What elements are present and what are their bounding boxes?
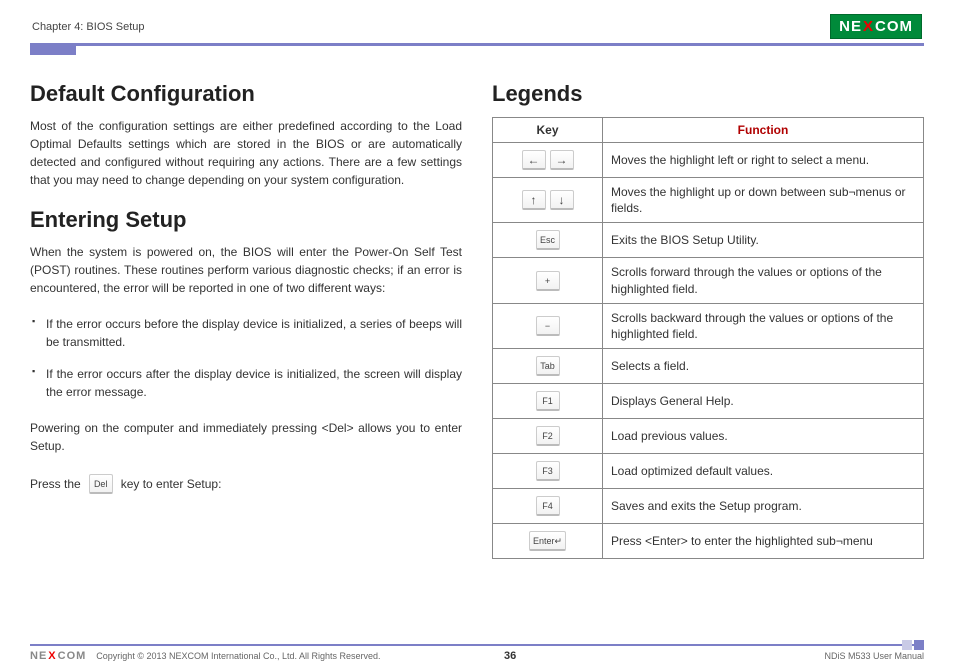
list-item: If the error occurs after the display de… (30, 365, 462, 401)
para-entering-setup: When the system is powered on, the BIOS … (30, 243, 462, 297)
del-key-icon: Del (89, 474, 113, 494)
key-cell: Tab (493, 349, 603, 384)
keycap-icon: Esc (536, 230, 560, 250)
left-column: Default Configuration Most of the config… (30, 81, 462, 559)
function-cell: Load optimized default values. (603, 454, 924, 489)
manual-name: NDiS M533 User Manual (556, 651, 924, 661)
th-function: Function (603, 118, 924, 143)
chapter-label: Chapter 4: BIOS Setup (32, 21, 145, 33)
footer-rule (30, 644, 924, 646)
table-row: F3 Load optimized default values. (493, 454, 924, 489)
keycap-icon: F1 (536, 391, 560, 411)
key-cell: + (493, 258, 603, 303)
function-cell: Scrolls forward through the values or op… (603, 258, 924, 303)
keycap-icon: ↓ (550, 190, 574, 210)
table-row: ↑↓Moves the highlight up or down between… (493, 178, 924, 223)
function-cell: Moves the highlight left or right to sel… (603, 143, 924, 178)
function-cell: Saves and exits the Setup program. (603, 489, 924, 524)
table-row: Esc Exits the BIOS Setup Utility. (493, 223, 924, 258)
copyright-text: Copyright © 2013 NEXCOM International Co… (86, 651, 464, 661)
page-number: 36 (464, 650, 556, 662)
keycap-icon: + (536, 271, 560, 291)
press-key-line: Press the Del key to enter Setup: (30, 473, 462, 495)
function-cell: Load previous values. (603, 419, 924, 454)
key-cell: F4 (493, 489, 603, 524)
heading-default-config: Default Configuration (30, 81, 462, 107)
brand-logo: NEXCOM (830, 14, 922, 39)
key-cell: Enter↵ (493, 524, 603, 559)
table-row: ←→Moves the highlight left or right to s… (493, 143, 924, 178)
header-bar: Chapter 4: BIOS Setup NEXCOM (30, 14, 924, 41)
function-cell: Press <Enter> to enter the highlighted s… (603, 524, 924, 559)
footer-logo: NEXCOM (30, 650, 86, 662)
key-cell: F2 (493, 419, 603, 454)
function-cell: Scrolls backward through the values or o… (603, 303, 924, 348)
keycap-icon: F2 (536, 426, 560, 446)
error-bullets: If the error occurs before the display d… (30, 315, 462, 401)
th-key: Key (493, 118, 603, 143)
key-cell: ↑↓ (493, 178, 603, 223)
table-row: F2 Load previous values. (493, 419, 924, 454)
keycap-icon: → (550, 150, 574, 170)
table-row: Enter↵ Press <Enter> to enter the highlig… (493, 524, 924, 559)
key-cell: Esc (493, 223, 603, 258)
table-row: Tab Selects a field. (493, 349, 924, 384)
table-row: F1 Displays General Help. (493, 384, 924, 419)
table-row: − Scrolls backward through the values or … (493, 303, 924, 348)
keycap-icon: ← (522, 150, 546, 170)
list-item: If the error occurs before the display d… (30, 315, 462, 351)
keycap-icon: Enter↵ (529, 531, 566, 551)
header-tab-notch (30, 45, 76, 55)
function-cell: Displays General Help. (603, 384, 924, 419)
function-cell: Selects a field. (603, 349, 924, 384)
keycap-icon: Tab (536, 356, 560, 376)
para-del-key: Powering on the computer and immediately… (30, 419, 462, 455)
keycap-icon: F3 (536, 461, 560, 481)
keycap-icon: − (536, 316, 560, 336)
keycap-icon: F4 (536, 496, 560, 516)
header-rule (30, 43, 924, 46)
right-column: Legends Key Function ←→Moves the highlig… (492, 81, 924, 559)
function-cell: Exits the BIOS Setup Utility. (603, 223, 924, 258)
heading-entering-setup: Entering Setup (30, 207, 462, 233)
footer: NEXCOM Copyright © 2013 NEXCOM Internati… (30, 644, 924, 662)
function-cell: Moves the highlight up or down between s… (603, 178, 924, 223)
table-row: + Scrolls forward through the values or o… (493, 258, 924, 303)
key-cell: − (493, 303, 603, 348)
keycap-icon: ↑ (522, 190, 546, 210)
legends-table: Key Function ←→Moves the highlight left … (492, 117, 924, 559)
key-cell: ←→ (493, 143, 603, 178)
table-row: F4 Saves and exits the Setup program. (493, 489, 924, 524)
key-cell: F1 (493, 384, 603, 419)
para-default-config: Most of the configuration settings are e… (30, 117, 462, 189)
key-cell: F3 (493, 454, 603, 489)
heading-legends: Legends (492, 81, 924, 107)
main-content: Default Configuration Most of the config… (30, 81, 924, 559)
